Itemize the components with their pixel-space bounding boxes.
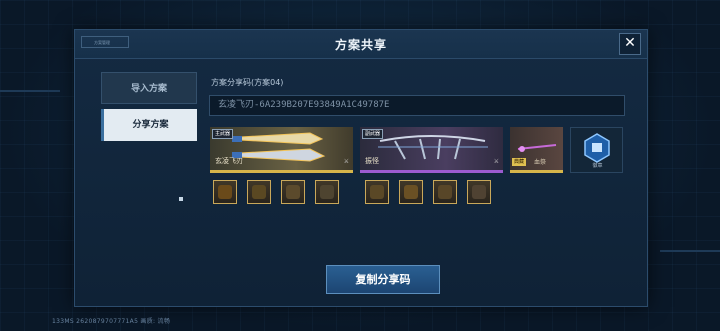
background-deco-line [0, 90, 60, 92]
rune-blade-icon [320, 185, 334, 199]
rarity-badge: 典藏 [512, 158, 527, 166]
copy-share-code-button[interactable]: 复制分享码 [326, 265, 440, 294]
secondary-weapon-card[interactable]: 副武器 振怪 ⚔ [360, 127, 503, 173]
share-code-label: 方案分享码(方案04) [211, 78, 284, 87]
rune-slot[interactable] [399, 180, 423, 204]
main-weapon-card[interactable]: 主武器 玄凌飞刃 ⚔ [210, 127, 353, 173]
rune-flame-icon [218, 185, 232, 199]
deco-dot [179, 197, 183, 201]
rune-star-icon [472, 185, 486, 199]
weapon-badge-icon: ⚔ [493, 158, 499, 165]
share-dialog: 方案管理 方案共享 ✕ 导入方案 分享方案 方案分享码(方案04) 玄凌飞刃-6… [74, 29, 648, 307]
main-weapon-tag: 主武器 [212, 129, 234, 139]
secondary-weapon-tag: 副武器 [362, 129, 384, 139]
rune-slot[interactable] [315, 180, 339, 204]
rune-diamond-icon [438, 185, 452, 199]
extra-item-card[interactable]: 典藏 血祭 [510, 127, 563, 173]
rune-slot[interactable] [213, 180, 237, 204]
secondary-weapon-name: 振怪 [365, 157, 379, 165]
tab-share-plan[interactable]: 分享方案 [101, 109, 197, 141]
rune-slot[interactable] [467, 180, 491, 204]
weapon-badge-icon: ⚔ [343, 158, 349, 165]
rune-arrow-icon [286, 185, 300, 199]
dialog-title: 方案共享 [334, 38, 387, 52]
rune-slot[interactable] [281, 180, 305, 204]
rune-spiral-icon [404, 185, 418, 199]
close-button[interactable]: ✕ [619, 33, 641, 55]
rune-slot[interactable] [247, 180, 271, 204]
rune-strike-icon [252, 185, 266, 199]
extra-item-name: 血祭 [534, 159, 547, 166]
rune-slot[interactable] [433, 180, 457, 204]
tab-import-plan[interactable]: 导入方案 [101, 72, 197, 104]
main-weapon-name: 玄凌飞刃 [215, 157, 243, 165]
background-deco-line [660, 250, 720, 252]
emblem-card[interactable]: 徽章 [570, 127, 623, 173]
rune-slot[interactable] [365, 180, 389, 204]
share-code-field[interactable]: 玄凌飞刃-6A239B207E93849A1C49787E [209, 95, 625, 116]
rune-power-icon [370, 185, 384, 199]
emblem-label: 徽章 [592, 163, 603, 169]
dialog-header: 方案管理 方案共享 ✕ [75, 30, 647, 59]
status-footer: 133MS 2620879707771A5 画质: 流畅 [52, 318, 171, 325]
